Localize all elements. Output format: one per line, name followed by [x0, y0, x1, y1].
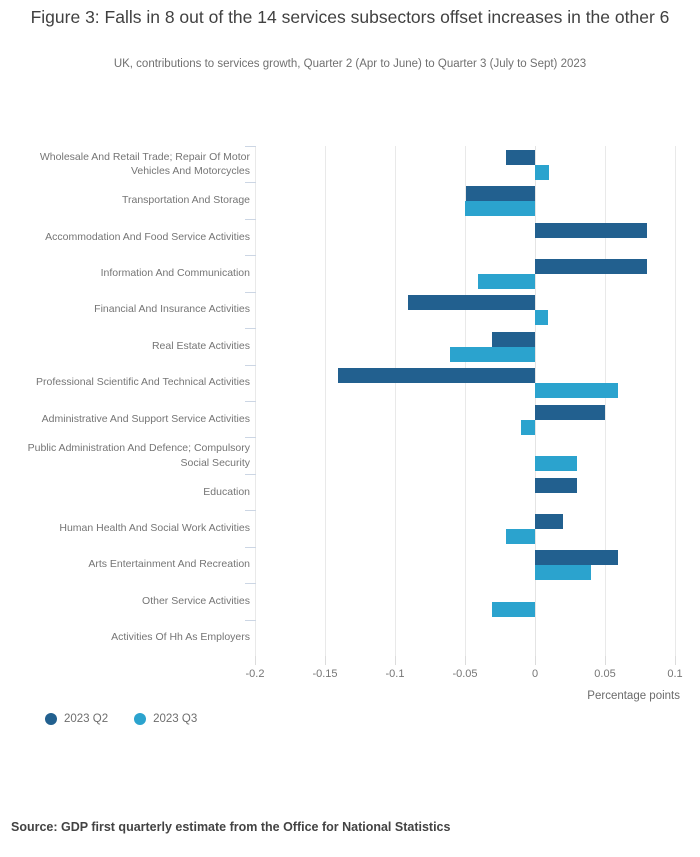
y-axis-tick-mark: [245, 437, 256, 439]
x-axis-tick-label: 0: [531, 668, 539, 680]
bar-q2: [535, 222, 647, 238]
category-label: Professional Scientific And Technical Ac…: [36, 376, 250, 389]
category-label: Arts Entertainment And Recreation: [88, 558, 250, 571]
gridline: [325, 146, 326, 656]
category-label: Education: [203, 485, 250, 498]
bar-q2: [535, 477, 577, 493]
circle-marker-icon: [134, 713, 147, 725]
x-axis-tick-label: 0.1: [667, 668, 683, 680]
y-axis-tick-mark: [245, 328, 256, 330]
chart-figure: Figure 3: Falls in 8 out of the 14 servi…: [0, 0, 700, 857]
category-label: Wholesale And Retail Trade; Repair Of Mo…: [39, 150, 250, 178]
bar-q2: [491, 331, 535, 347]
x-axis-tick-label: -0.1: [385, 668, 405, 680]
bar-q3: [535, 565, 591, 581]
gridline: [395, 146, 396, 656]
bar-q3: [465, 201, 535, 217]
category-label: Real Estate Activities: [151, 339, 250, 352]
y-axis-tick-mark: [245, 146, 256, 147]
chart-subtitle: UK, contributions to services growth, Qu…: [113, 58, 587, 70]
x-axis-tick-mark: [395, 656, 396, 665]
x-axis-tick-label: -0.05: [452, 668, 478, 680]
bar-q2: [535, 514, 563, 529]
bar-q3: [535, 456, 577, 472]
category-label: Activities Of Hh As Employers: [111, 631, 250, 644]
source-note: Source: GDP first quarterly estimate fro…: [11, 820, 451, 834]
x-axis-tick-label: 0.05: [594, 668, 616, 680]
x-axis-tick-label: -0.15: [312, 668, 338, 680]
category-label: Accommodation And Food Service Activitie…: [45, 230, 250, 243]
gridline: [675, 146, 676, 656]
bar-q2: [337, 368, 535, 384]
bar-q2: [407, 295, 535, 311]
y-axis-tick-mark: [245, 364, 256, 366]
category-label: Public Administration And Defence; Compu…: [27, 442, 250, 469]
y-axis-tick-mark: [245, 218, 256, 220]
y-axis-tick-mark: [245, 510, 256, 512]
bar-q2: [466, 186, 535, 202]
y-axis-tick-mark: [245, 583, 256, 585]
x-axis-tick-mark: [255, 656, 256, 665]
y-axis-tick-mark: [245, 473, 256, 475]
bar-q3: [535, 164, 549, 180]
x-axis-tick-mark: [465, 656, 466, 665]
bar-q2: [535, 550, 618, 566]
x-axis-tick-label: -0.2: [245, 668, 265, 680]
bar-q3: [477, 274, 535, 289]
category-label: Administrative And Support Service Activ…: [41, 412, 250, 425]
category-label: Transportation And Storage: [121, 194, 250, 207]
gridline: [465, 146, 466, 656]
bar-q3: [505, 529, 535, 544]
plot-area: [255, 146, 676, 656]
y-axis-tick-mark: [245, 401, 256, 402]
category-label: Information And Communication: [100, 267, 250, 279]
category-label: Human Health And Social Work Activities: [59, 522, 250, 534]
y-axis-tick-mark: [245, 255, 256, 257]
legend-label: 2023 Q3: [153, 713, 198, 725]
bar-q3: [449, 346, 535, 362]
x-axis-tick-mark: [605, 656, 606, 665]
x-axis-tick-mark: [535, 656, 536, 665]
legend-item[interactable]: 2023 Q3: [134, 713, 197, 725]
y-axis-tick-mark: [245, 291, 256, 293]
chart-legend: 2023 Q2 2023 Q3: [45, 713, 197, 725]
category-label: Other Service Activities: [142, 594, 250, 607]
bar-q2: [505, 149, 535, 165]
x-axis-tick-mark: [325, 656, 326, 665]
bar-q3: [535, 383, 618, 399]
legend-item[interactable]: 2023 Q2: [45, 713, 108, 725]
bar-q2: [535, 404, 605, 420]
bar-q3: [521, 419, 535, 435]
legend-label: 2023 Q2: [64, 713, 109, 725]
x-axis-title: Percentage points: [587, 690, 680, 702]
bar-q3: [491, 601, 535, 617]
category-label: Financial And Insurance Activities: [94, 303, 250, 316]
y-axis-tick-mark: [245, 182, 256, 184]
category-axis-labels: Wholesale And Retail Trade; Repair Of Mo…: [5, 146, 250, 656]
y-axis-tick-mark: [245, 619, 256, 621]
bar-q2: [535, 259, 647, 274]
y-axis-tick-mark: [245, 546, 256, 548]
x-axis-tick-mark: [675, 656, 676, 665]
circle-marker-icon: [45, 713, 57, 725]
chart-title: Figure 3: Falls in 8 out of the 14 servi…: [30, 7, 670, 27]
bar-q3: [535, 310, 548, 326]
